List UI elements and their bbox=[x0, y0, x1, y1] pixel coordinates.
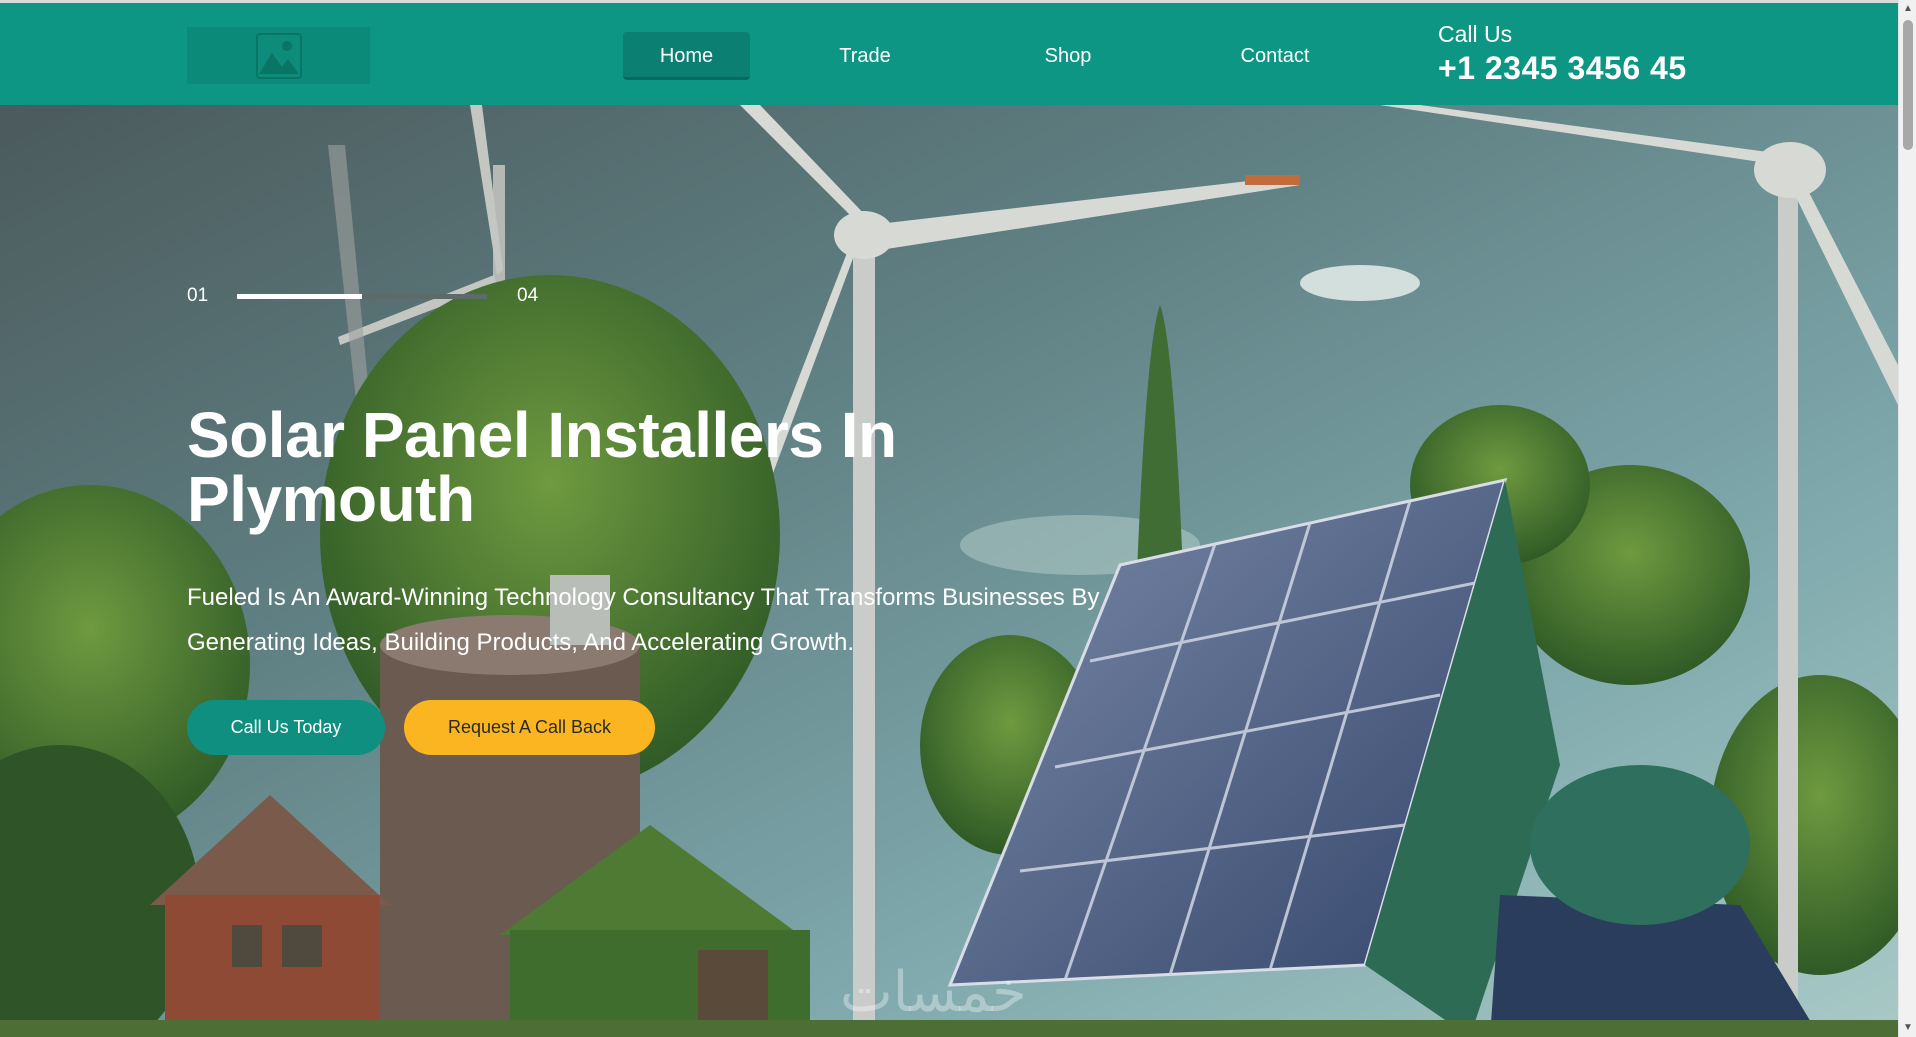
scrollbar-thumb[interactable] bbox=[1903, 20, 1913, 150]
logo[interactable] bbox=[187, 27, 370, 84]
slide-indicator: 01 04 bbox=[187, 285, 538, 307]
hero-section: 01 04 Solar Panel Installers In Plymouth… bbox=[0, 105, 1898, 1037]
vertical-scrollbar[interactable]: ▲ ▼ bbox=[1898, 0, 1916, 1037]
slide-current-number: 01 bbox=[187, 285, 209, 306]
hero-background-image bbox=[0, 105, 1898, 1037]
call-us-block: Call Us +1 2345 3456 45 bbox=[1438, 21, 1687, 87]
call-us-label: Call Us bbox=[1438, 21, 1513, 47]
slide-total-number: 04 bbox=[517, 285, 539, 306]
hero-title: Solar Panel Installers In Plymouth bbox=[187, 399, 897, 535]
nav-contact[interactable]: Contact bbox=[1230, 32, 1320, 80]
watermark-logo: خمسات bbox=[840, 960, 1027, 1025]
nav-shop[interactable]: Shop bbox=[1023, 32, 1113, 80]
top-navigation-bar: Home Trade Shop Contact Call Us +1 2345 … bbox=[0, 0, 1898, 105]
image-placeholder-icon bbox=[255, 32, 302, 79]
call-us-today-button[interactable]: Call Us Today bbox=[187, 700, 385, 755]
main-navigation: Home Trade Shop Contact bbox=[623, 32, 1309, 80]
nav-home[interactable]: Home bbox=[623, 32, 750, 80]
phone-number-link[interactable]: +1 2345 3456 45 bbox=[1438, 50, 1687, 87]
slide-progress-track[interactable] bbox=[237, 293, 487, 299]
triangle-down-icon[interactable]: ▼ bbox=[1899, 1019, 1916, 1037]
request-call-back-button[interactable]: Request A Call Back bbox=[404, 700, 655, 755]
hero-description: Fueled Is An Award-Winning Technology Co… bbox=[187, 584, 1100, 656]
nav-trade[interactable]: Trade bbox=[820, 32, 910, 80]
viewport: Home Trade Shop Contact Call Us +1 2345 … bbox=[0, 0, 1898, 1037]
slide-progress-fill bbox=[237, 293, 362, 299]
triangle-up-icon[interactable]: ▲ bbox=[1899, 0, 1916, 18]
